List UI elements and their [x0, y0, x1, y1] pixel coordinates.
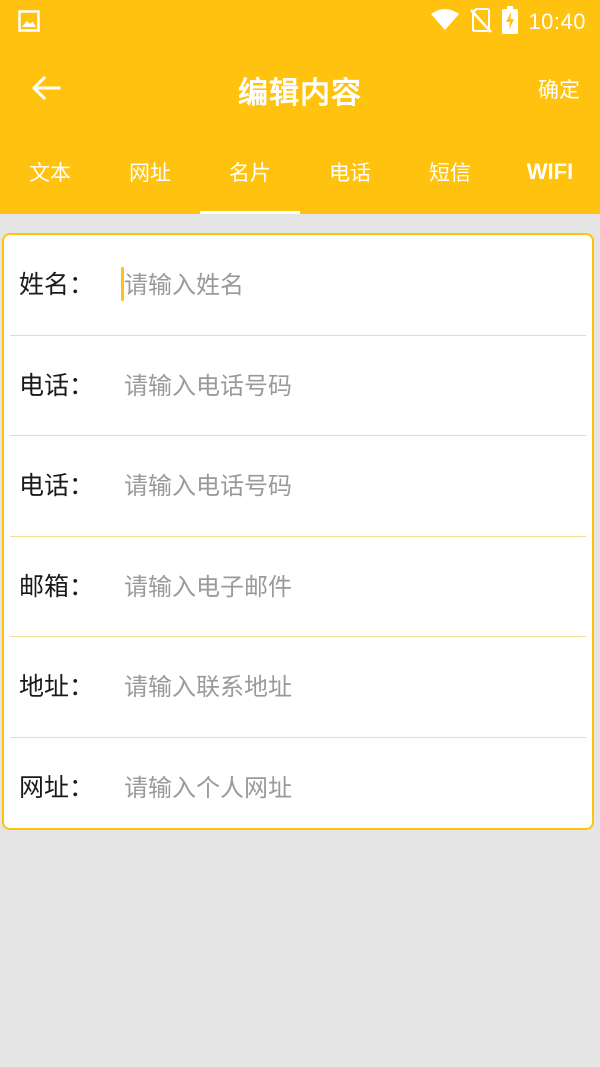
form-row-phone-2: 电话：: [10, 436, 586, 537]
name-label: 姓名：: [19, 270, 95, 299]
form-row-website: 网址：: [10, 738, 586, 829]
phone-label-2: 电话：: [19, 471, 95, 500]
form-row-phone-1: 电话：: [10, 336, 586, 436]
battery-charging-icon: [502, 6, 519, 38]
page-title: 编辑内容: [238, 76, 362, 111]
status-icons: 10:40: [430, 6, 586, 38]
tab-bar: 文本 网址 名片 电话 短信 WIFI: [0, 134, 600, 214]
website-label: 网址：: [19, 772, 95, 802]
website-input[interactable]: [120, 765, 584, 810]
tab-sms[interactable]: 短信: [400, 134, 500, 214]
wifi-icon: [430, 8, 460, 36]
text-cursor: [121, 267, 124, 301]
tab-wifi[interactable]: WIFI: [500, 134, 600, 214]
arrow-left-icon: [31, 75, 61, 105]
business-card-form: 姓名： 电话： 电话： 邮箱： 地址： 网址：: [2, 233, 594, 830]
status-time: 10:40: [528, 9, 586, 34]
no-sim-icon: [470, 7, 493, 37]
top-bar: 10:40 编辑内容 确定 文本 网址 名片 电话 短信 WIFI: [0, 0, 600, 214]
phone-label-1: 电话：: [19, 370, 95, 400]
phone-input-1[interactable]: [120, 363, 584, 408]
email-input[interactable]: [120, 564, 584, 609]
tab-phone[interactable]: 电话: [300, 134, 400, 214]
address-label: 地址：: [19, 672, 95, 701]
form-row-address: 地址：: [10, 637, 586, 738]
image-icon: [18, 10, 40, 32]
phone-input-2[interactable]: [120, 464, 584, 508]
status-bar: 10:40: [0, 0, 600, 44]
address-input[interactable]: [120, 665, 584, 709]
tab-business-card[interactable]: 名片: [200, 134, 300, 214]
tab-text[interactable]: 文本: [0, 134, 100, 214]
back-button[interactable]: [20, 64, 72, 116]
form-row-email: 邮箱：: [10, 537, 586, 637]
email-label: 邮箱：: [19, 571, 95, 601]
tab-url[interactable]: 网址: [100, 134, 200, 214]
confirm-button[interactable]: 确定: [538, 74, 580, 104]
form-row-name: 姓名：: [10, 235, 586, 336]
name-input[interactable]: [120, 263, 584, 307]
app-bar: 编辑内容 确定: [0, 44, 600, 134]
